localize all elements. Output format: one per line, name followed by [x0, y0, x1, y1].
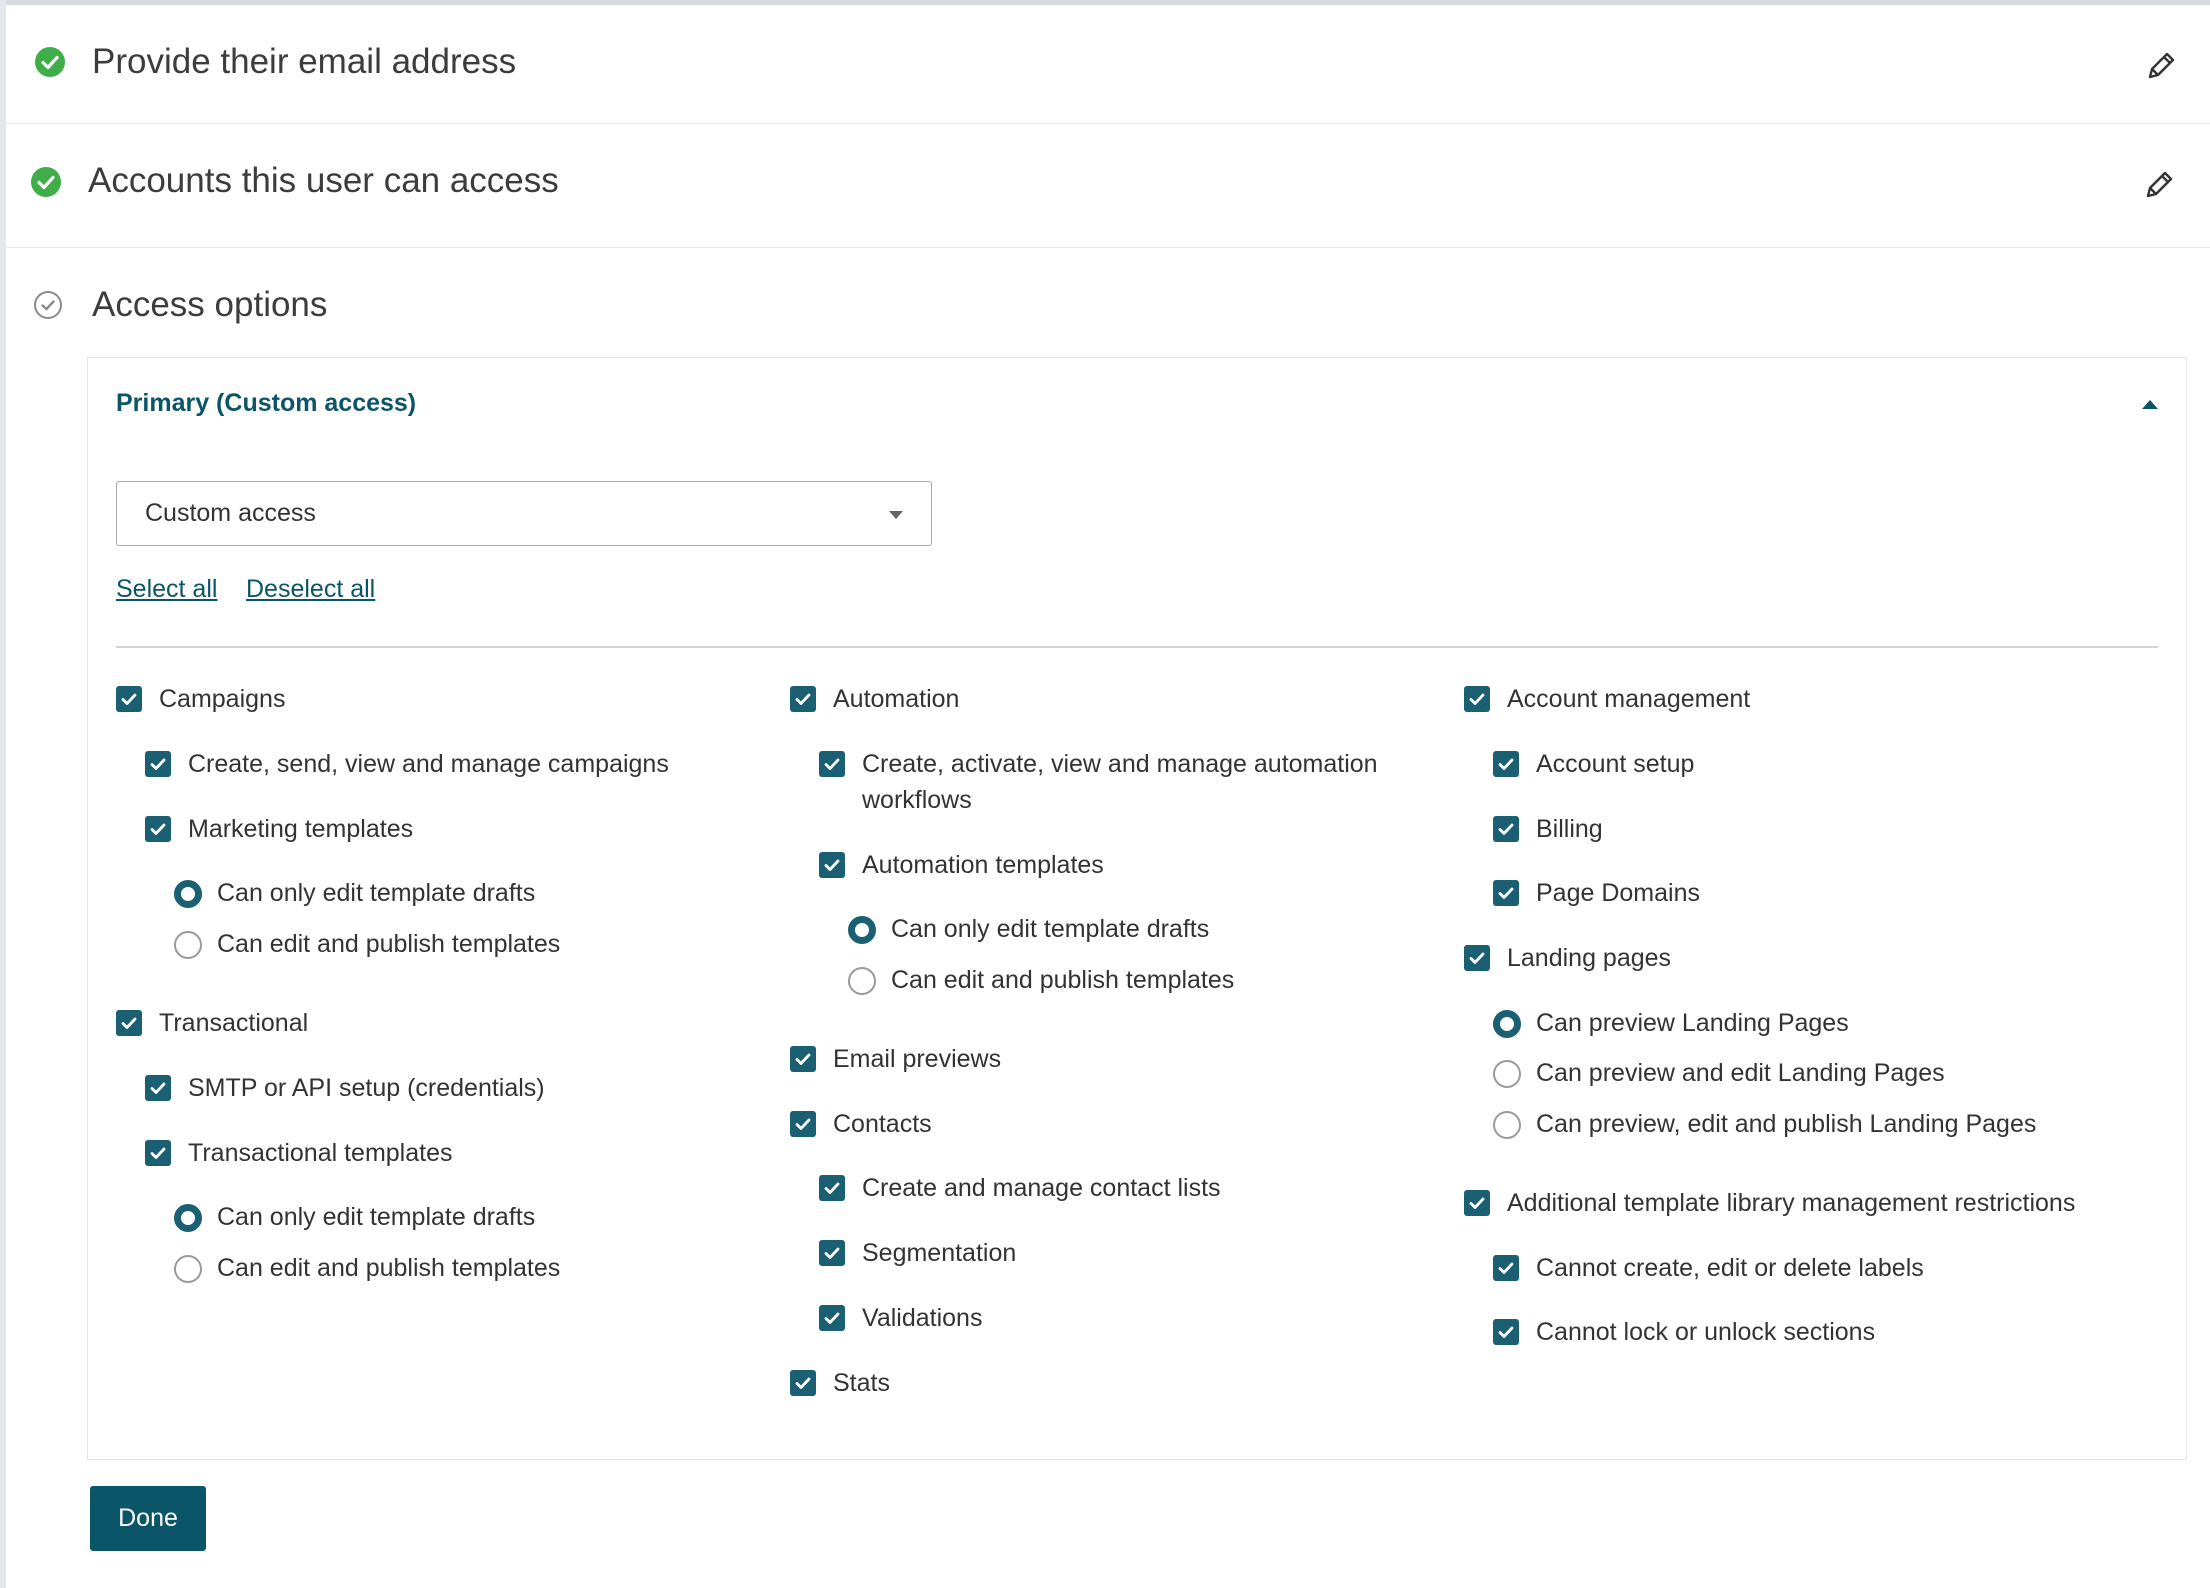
checkbox-checked-icon — [819, 751, 845, 777]
step-title-access: Access options — [92, 285, 328, 324]
checkbox-checked-icon — [790, 1370, 816, 1396]
step-title-accounts: Accounts this user can access — [88, 161, 559, 200]
option-label: Transactional templates — [188, 1139, 453, 1167]
access-panel: Primary (Custom access) Custom access Se… — [87, 357, 2187, 1460]
option-label: Landing pages — [1507, 944, 1672, 972]
option-label: Can only edit template drafts — [217, 879, 536, 907]
option-label: Can preview and edit Landing Pages — [1536, 1059, 1945, 1087]
edit-pencil-icon[interactable] — [2144, 49, 2178, 83]
checkbox-checked-icon — [1464, 1190, 1490, 1216]
radio-unselected-icon — [1493, 1111, 1521, 1139]
checkbox-checked-icon — [1493, 880, 1519, 906]
checkbox-checked-icon — [145, 1140, 171, 1166]
option-label: Email previews — [833, 1045, 1002, 1073]
option-label: Can preview, edit and publish Landing Pa… — [1536, 1110, 2037, 1138]
radio-unselected-icon — [174, 1255, 202, 1283]
step-email: Provide their email address — [6, 5, 2210, 124]
collapse-caret-icon[interactable] — [2142, 400, 2158, 409]
option-label: Billing — [1536, 815, 1603, 843]
option-label: Page Domains — [1536, 879, 1700, 907]
deselect-all-link[interactable]: Deselect all — [246, 574, 375, 604]
option-label: Can edit and publish templates — [891, 966, 1235, 994]
option-label: Validations — [862, 1304, 983, 1332]
option-label: Automation — [833, 685, 960, 713]
option-label: Create, activate, view and manage automa… — [862, 750, 1378, 814]
checkbox-checked-icon — [819, 1175, 845, 1201]
option-label: Can preview Landing Pages — [1536, 1009, 1849, 1037]
option-label: Marketing templates — [188, 815, 414, 843]
checkbox-checked-icon — [1464, 686, 1490, 712]
option-label: Create, send, view and manage campaigns — [188, 750, 669, 778]
option-label: Create and manage contact lists — [862, 1174, 1221, 1202]
access-level-select[interactable]: Custom access — [116, 481, 932, 546]
checkbox-checked-icon — [1493, 816, 1519, 842]
checkbox-checked-icon — [116, 1010, 142, 1036]
option-label: Automation templates — [862, 851, 1104, 879]
option-label: Transactional — [159, 1009, 309, 1037]
panel-title[interactable]: Primary (Custom access) — [116, 388, 416, 418]
option-label: Additional template library management r… — [1507, 1189, 2076, 1217]
option-label: Can only edit template drafts — [891, 915, 1210, 943]
checkbox-checked-icon — [819, 1240, 845, 1266]
completed-check-icon — [35, 47, 65, 77]
done-button[interactable]: Done — [90, 1486, 206, 1551]
option-label: Can only edit template drafts — [217, 1203, 536, 1231]
radio-selected-icon — [174, 1204, 202, 1232]
select-all-link[interactable]: Select all — [116, 574, 217, 604]
option-label: Cannot lock or unlock sections — [1536, 1318, 1876, 1346]
radio-unselected-icon — [174, 931, 202, 959]
checkbox-checked-icon — [1493, 751, 1519, 777]
option-label: SMTP or API setup (credentials) — [188, 1074, 545, 1102]
option-label: Cannot create, edit or delete labels — [1536, 1254, 1924, 1282]
checkbox-checked-icon — [819, 1305, 845, 1331]
checkbox-checked-icon — [790, 1111, 816, 1137]
option-label: Segmentation — [862, 1239, 1017, 1267]
checkbox-checked-icon — [145, 816, 171, 842]
option-label: Account setup — [1536, 750, 1695, 778]
step-title-email: Provide their email address — [92, 42, 517, 81]
option-label: Contacts — [833, 1110, 932, 1138]
radio-unselected-icon — [1493, 1060, 1521, 1088]
checkbox-checked-icon — [790, 686, 816, 712]
chevron-down-icon — [889, 511, 903, 519]
option-label: Stats — [833, 1369, 890, 1397]
step-accounts: Accounts this user can access — [6, 124, 2210, 248]
checkbox-checked-icon — [145, 751, 171, 777]
select-value: Custom access — [145, 499, 316, 527]
divider — [116, 646, 2158, 648]
radio-unselected-icon — [848, 967, 876, 995]
option-label: Can edit and publish templates — [217, 930, 561, 958]
radio-selected-icon — [174, 880, 202, 908]
option-label: Campaigns — [159, 685, 286, 713]
completed-check-icon — [31, 167, 61, 197]
pending-check-icon — [34, 291, 62, 319]
checkbox-checked-icon — [790, 1046, 816, 1072]
checkbox-checked-icon — [116, 686, 142, 712]
option-label: Account management — [1507, 685, 1751, 713]
radio-selected-icon — [848, 916, 876, 944]
option-label: Can edit and publish templates — [217, 1254, 561, 1282]
checkbox-checked-icon — [1493, 1319, 1519, 1345]
checkbox-checked-icon — [145, 1075, 171, 1101]
checkbox-checked-icon — [1464, 945, 1490, 971]
checkbox-checked-icon — [819, 852, 845, 878]
radio-selected-icon — [1493, 1010, 1521, 1038]
checkbox-checked-icon — [1493, 1255, 1519, 1281]
edit-pencil-icon[interactable] — [2142, 168, 2176, 202]
